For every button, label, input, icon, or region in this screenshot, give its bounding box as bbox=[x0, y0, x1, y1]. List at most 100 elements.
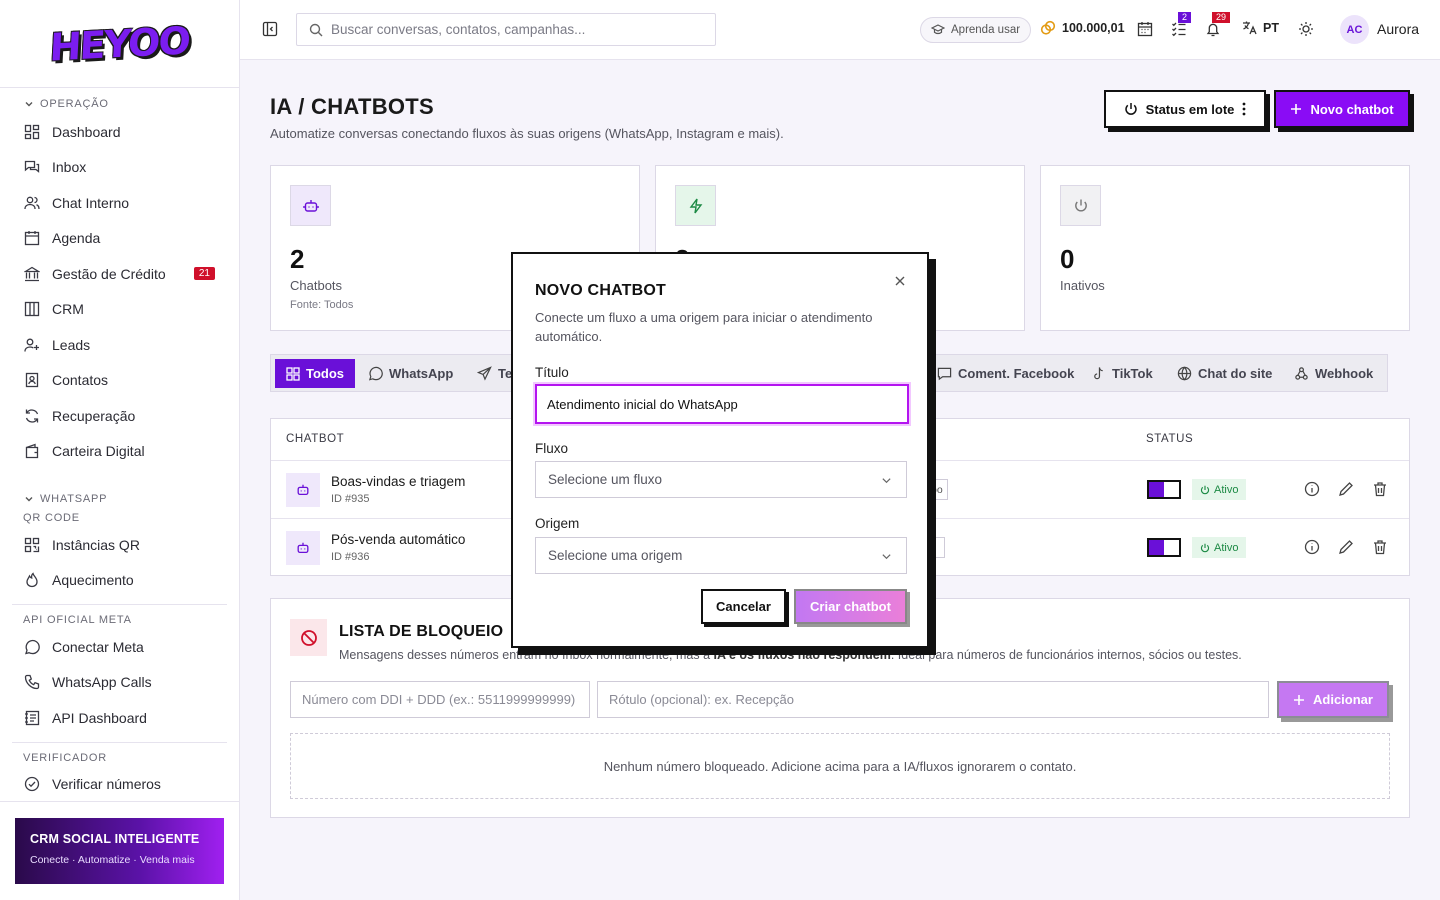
sidebar-item-verificar[interactable]: Verificar números bbox=[0, 767, 239, 803]
add-block-button[interactable]: Adicionar bbox=[1277, 681, 1389, 718]
bank-icon bbox=[24, 266, 40, 282]
global-search[interactable] bbox=[296, 13, 716, 46]
sidebar-item-contatos[interactable]: Contatos bbox=[0, 363, 239, 399]
trash-icon[interactable] bbox=[1372, 539, 1388, 555]
block-number-input[interactable] bbox=[290, 681, 590, 718]
calendar-icon[interactable] bbox=[1136, 20, 1154, 38]
chevron-down-icon bbox=[882, 478, 891, 484]
chat-icon bbox=[24, 159, 40, 175]
info-icon[interactable] bbox=[1304, 539, 1320, 555]
search-input[interactable] bbox=[331, 22, 691, 37]
sidebar-item-conectar-meta[interactable]: Conectar Meta bbox=[0, 629, 239, 665]
page-subtitle: Automatize conversas conectando fluxos à… bbox=[270, 126, 784, 141]
notifications-badge: 29 bbox=[1212, 12, 1231, 23]
sidebar-item-label: Gestão de Crédito bbox=[52, 265, 166, 282]
sidebar-item-recuperacao[interactable]: Recuperação bbox=[0, 398, 239, 434]
tab-coment-facebook[interactable]: Coment. Facebook bbox=[926, 359, 1085, 388]
brand-logo[interactable]: HEYOO bbox=[49, 18, 190, 69]
tab-chat-do-site[interactable]: Chat do site bbox=[1166, 359, 1283, 388]
add-label: Adicionar bbox=[1313, 692, 1373, 707]
sidebar-item-label: Carteira Digital bbox=[52, 443, 145, 460]
coin-balance[interactable]: 100.000,01 bbox=[1040, 20, 1125, 36]
whatsapp-icon bbox=[368, 366, 383, 381]
sidebar-item-label: Agenda bbox=[52, 230, 101, 247]
tab-todos[interactable]: Todos bbox=[275, 359, 356, 388]
promo-subtitle: Conecte · Automatize · Venda mais bbox=[30, 854, 195, 866]
theme-toggle-icon[interactable] bbox=[1297, 20, 1315, 38]
tab-label: Todos bbox=[306, 366, 345, 381]
comment-icon bbox=[937, 367, 952, 381]
chatbot-id: ID #936 bbox=[331, 551, 370, 563]
stat-value: 2 bbox=[290, 244, 305, 274]
chevron-down-icon bbox=[882, 554, 891, 560]
origin-select[interactable]: Selecione uma origem bbox=[535, 537, 907, 574]
edit-icon[interactable] bbox=[1338, 539, 1354, 555]
section-title: OPERAÇÃO bbox=[40, 98, 109, 110]
tab-label: WhatsApp bbox=[389, 366, 454, 381]
avatar[interactable]: AC bbox=[1340, 15, 1369, 44]
send-icon bbox=[477, 366, 492, 381]
create-chatbot-button[interactable]: Criar chatbot bbox=[794, 589, 907, 624]
sidebar-item-inbox[interactable]: Inbox bbox=[0, 150, 239, 186]
sidebar-item-gestao-credito[interactable]: Gestão de Crédito 21 bbox=[0, 256, 239, 292]
active-toggle[interactable] bbox=[1147, 538, 1181, 557]
grid-icon bbox=[24, 124, 40, 140]
qr-icon bbox=[24, 537, 40, 553]
block-label-input[interactable] bbox=[597, 681, 1269, 718]
stat-label: Inativos bbox=[1060, 278, 1105, 293]
stat-card-inativos: 0 Inativos bbox=[1040, 165, 1410, 331]
column-header: CHATBOT bbox=[286, 433, 345, 445]
robot-icon bbox=[286, 473, 320, 507]
flow-select[interactable]: Selecione um fluxo bbox=[535, 461, 907, 498]
sidebar-item-label: Chat Interno bbox=[52, 194, 130, 211]
sidebar-item-whatsapp-calls[interactable]: WhatsApp Calls bbox=[0, 665, 239, 701]
user-name[interactable]: Aurora bbox=[1377, 21, 1419, 37]
graduation-cap-icon bbox=[931, 24, 945, 35]
bell-icon[interactable]: 29 bbox=[1204, 12, 1231, 38]
title-input[interactable] bbox=[535, 384, 909, 424]
translate-icon bbox=[1243, 21, 1257, 35]
trash-icon[interactable] bbox=[1372, 481, 1388, 497]
tab-webhook[interactable]: Webhook bbox=[1283, 359, 1384, 388]
search-icon bbox=[309, 23, 323, 36]
sidebar-item-dashboard[interactable]: Dashboard bbox=[0, 114, 239, 150]
sidebar-item-agenda[interactable]: Agenda bbox=[0, 221, 239, 257]
language-switcher[interactable]: PT bbox=[1242, 20, 1279, 35]
info-icon[interactable] bbox=[1304, 481, 1320, 497]
tab-tiktok[interactable]: TikTok bbox=[1081, 359, 1164, 388]
promo-banner[interactable]: CRM SOCIAL INTELIGENTE Conecte · Automat… bbox=[15, 818, 224, 884]
robot-icon bbox=[286, 531, 320, 565]
close-icon[interactable] bbox=[893, 274, 907, 288]
sidebar-item-crm[interactable]: CRM bbox=[0, 292, 239, 328]
section-whatsapp[interactable]: WHATSAPP bbox=[0, 489, 239, 509]
sidebar-item-label: Dashboard bbox=[52, 123, 121, 140]
contact-icon bbox=[24, 372, 40, 388]
sidebar-item-label: Inbox bbox=[52, 159, 87, 176]
active-toggle[interactable] bbox=[1147, 480, 1181, 499]
batch-status-button[interactable]: Status em lote bbox=[1104, 90, 1266, 128]
sidebar-toggle-icon[interactable] bbox=[262, 21, 278, 37]
sidebar-item-label: Contatos bbox=[52, 372, 109, 389]
new-chatbot-button[interactable]: Novo chatbot bbox=[1274, 90, 1410, 128]
sidebar-item-chat-interno[interactable]: Chat Interno bbox=[0, 185, 239, 221]
webhook-icon bbox=[1295, 367, 1308, 380]
sidebar-item-carteira[interactable]: Carteira Digital bbox=[0, 434, 239, 470]
power-icon bbox=[1200, 485, 1210, 494]
sidebar-item-instancias-qr[interactable]: Instâncias QR bbox=[0, 527, 239, 563]
sidebar-item-leads[interactable]: Leads bbox=[0, 327, 239, 363]
tab-label: Webhook bbox=[1315, 366, 1374, 381]
section-operacao[interactable]: OPERAÇÃO bbox=[0, 94, 239, 114]
cancel-button[interactable]: Cancelar bbox=[701, 589, 786, 624]
sidebar: HEYOO OPERAÇÃO Dashboard Inbox Chat Inte… bbox=[0, 0, 240, 900]
blocklist-description: Mensagens desses números entram no Inbox… bbox=[339, 648, 1242, 662]
chevron-down-icon bbox=[25, 102, 33, 107]
power-icon bbox=[1060, 185, 1101, 226]
sidebar-item-api-dashboard[interactable]: API Dashboard bbox=[0, 700, 239, 736]
flow-label: Fluxo bbox=[535, 441, 569, 456]
edit-icon[interactable] bbox=[1338, 481, 1354, 497]
stat-source: Fonte: Todos bbox=[290, 299, 354, 311]
tab-whatsapp[interactable]: WhatsApp bbox=[357, 359, 464, 388]
sidebar-item-aquecimento[interactable]: Aquecimento bbox=[0, 563, 239, 599]
tasks-icon[interactable]: 2 bbox=[1170, 12, 1192, 38]
learn-button[interactable]: Aprenda usar bbox=[920, 17, 1032, 43]
